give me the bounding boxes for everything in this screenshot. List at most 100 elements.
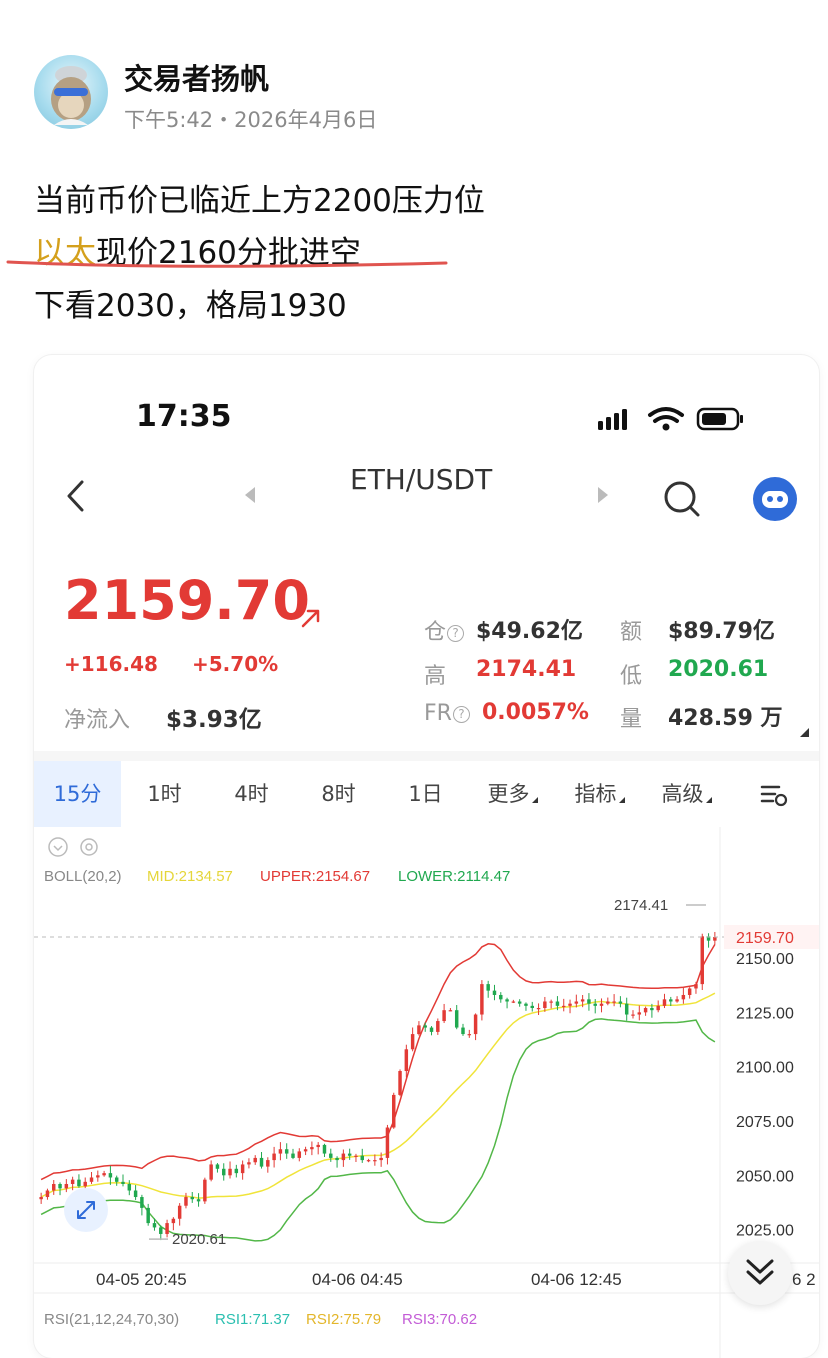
candle-body — [574, 1001, 579, 1004]
info-icon: ? — [452, 706, 470, 723]
candle-body — [215, 1164, 220, 1169]
candle-body — [543, 1001, 547, 1009]
boll-upper-line — [40, 943, 716, 1181]
oi-label: 仓? — [424, 614, 465, 646]
x-label-1: 04-05 20:45 — [96, 1270, 187, 1289]
candle-body — [505, 999, 509, 1002]
candle-body — [650, 1008, 654, 1011]
candle-body — [272, 1153, 276, 1161]
candle-body — [669, 999, 673, 1002]
y-tick-label: 2050.00 — [736, 1168, 794, 1185]
signal-icon — [598, 409, 627, 430]
candle-body — [448, 1010, 453, 1012]
candle-body — [366, 1160, 371, 1162]
robot-assistant-icon[interactable] — [752, 476, 798, 526]
candle-body — [404, 1049, 409, 1072]
candle-body — [549, 1001, 553, 1003]
candle-body — [222, 1168, 226, 1176]
tab-indicators[interactable]: 指标 — [556, 761, 643, 827]
search-icon[interactable] — [662, 479, 702, 523]
candle-body — [675, 999, 679, 1002]
candle-body — [96, 1175, 100, 1178]
current-price-label: 2159.70 — [736, 930, 794, 947]
screenshot-card[interactable]: 17:35 ETH/USDT 2159.70 +116.48 +5.70% 净流… — [34, 355, 819, 1358]
candle-body — [624, 1003, 629, 1015]
candle-body — [429, 1027, 434, 1032]
candle-body — [656, 1005, 660, 1011]
candle-body — [58, 1183, 62, 1189]
candle-body — [593, 1003, 597, 1006]
candle-body — [700, 936, 704, 985]
candle-body — [121, 1181, 125, 1184]
amount-label: 额 — [620, 620, 643, 645]
avatar[interactable] — [34, 55, 108, 129]
candle-body — [77, 1179, 81, 1187]
fr-label: FR? — [424, 701, 470, 726]
high-marker-label: 2174.41 — [614, 897, 668, 914]
candle-body — [499, 994, 503, 1000]
tab-1d[interactable]: 1日 — [382, 761, 469, 827]
candle-body — [480, 984, 484, 1015]
red-underline-mark — [6, 260, 448, 268]
author-name[interactable]: 交易者扬帆 — [124, 56, 269, 98]
candle-body — [536, 1008, 541, 1010]
qty-value: 428.59 万 — [668, 706, 783, 731]
boll-label: BOLL(20,2) — [44, 868, 122, 885]
back-arrow-icon[interactable] — [64, 479, 88, 517]
rsi3-label: RSI3:70.62 — [402, 1311, 477, 1328]
candle-body — [347, 1153, 352, 1156]
y-tick-label: 2150.00 — [736, 951, 794, 968]
crosshair-tool-icon — [64, 1188, 108, 1232]
candle-body — [587, 999, 591, 1004]
candle-body — [70, 1179, 75, 1184]
tab-15m[interactable]: 15分 — [34, 761, 121, 827]
pair-title[interactable]: ETH/USDT — [350, 463, 492, 496]
rsi2-label: RSI2:75.79 — [306, 1311, 381, 1328]
rsi1-label: RSI1:71.37 — [215, 1311, 290, 1328]
expand-corner-icon[interactable] — [800, 728, 809, 737]
scroll-down-button[interactable] — [728, 1241, 792, 1305]
tab-more[interactable]: 更多 — [469, 761, 556, 827]
candle-body — [694, 984, 698, 989]
tab-4h[interactable]: 4时 — [208, 761, 295, 827]
candle-body — [133, 1190, 138, 1198]
tab-1h[interactable]: 1时 — [121, 761, 208, 827]
candle-body — [190, 1197, 194, 1200]
boll-upper-label: UPPER:2154.67 — [260, 868, 370, 885]
status-icons — [594, 405, 794, 439]
candle-body — [165, 1223, 169, 1234]
candle-body — [467, 1034, 472, 1036]
candle-body — [146, 1207, 150, 1224]
candle-body — [247, 1162, 251, 1165]
candle-body — [64, 1183, 69, 1189]
candle-body — [177, 1205, 182, 1219]
candle-body — [392, 1094, 396, 1128]
candle-body — [473, 1014, 478, 1035]
chart-settings-icon[interactable] — [744, 761, 804, 827]
y-tick-label: 2125.00 — [736, 1005, 794, 1022]
candle-body — [410, 1034, 415, 1050]
candle-body — [385, 1127, 390, 1158]
prev-pair-arrow-icon[interactable] — [244, 486, 256, 508]
candle-body — [45, 1190, 50, 1198]
tab-8h[interactable]: 8时 — [295, 761, 382, 827]
candle-body — [203, 1179, 207, 1202]
status-time: 17:35 — [136, 399, 232, 434]
candle-body — [618, 1001, 623, 1004]
kline-chart[interactable]: BOLL(20,2) MID:2134.57 UPPER:2154.67 LOW… — [34, 827, 819, 1358]
next-pair-arrow-icon[interactable] — [597, 486, 609, 508]
x-label-4-partial: 6 2 — [792, 1270, 816, 1289]
candle-body — [228, 1168, 232, 1176]
tab-advanced[interactable]: 高级 — [643, 761, 730, 827]
candle-body — [102, 1173, 106, 1176]
rsi-label: RSI(21,12,24,70,30) — [44, 1311, 179, 1328]
candle-body — [209, 1164, 213, 1180]
price-change-abs: +116.48 — [64, 652, 158, 676]
post-line-1: 当前币价已临近上方2200压力位 — [34, 183, 485, 219]
post-line-3: 下看2030，格局1930 — [34, 288, 347, 324]
candle-body — [297, 1151, 302, 1158]
amount-value: $89.79亿 — [668, 619, 775, 644]
candle-body — [278, 1149, 283, 1154]
candle-body — [687, 988, 692, 995]
boll-mid-label: MID:2134.57 — [147, 868, 233, 885]
